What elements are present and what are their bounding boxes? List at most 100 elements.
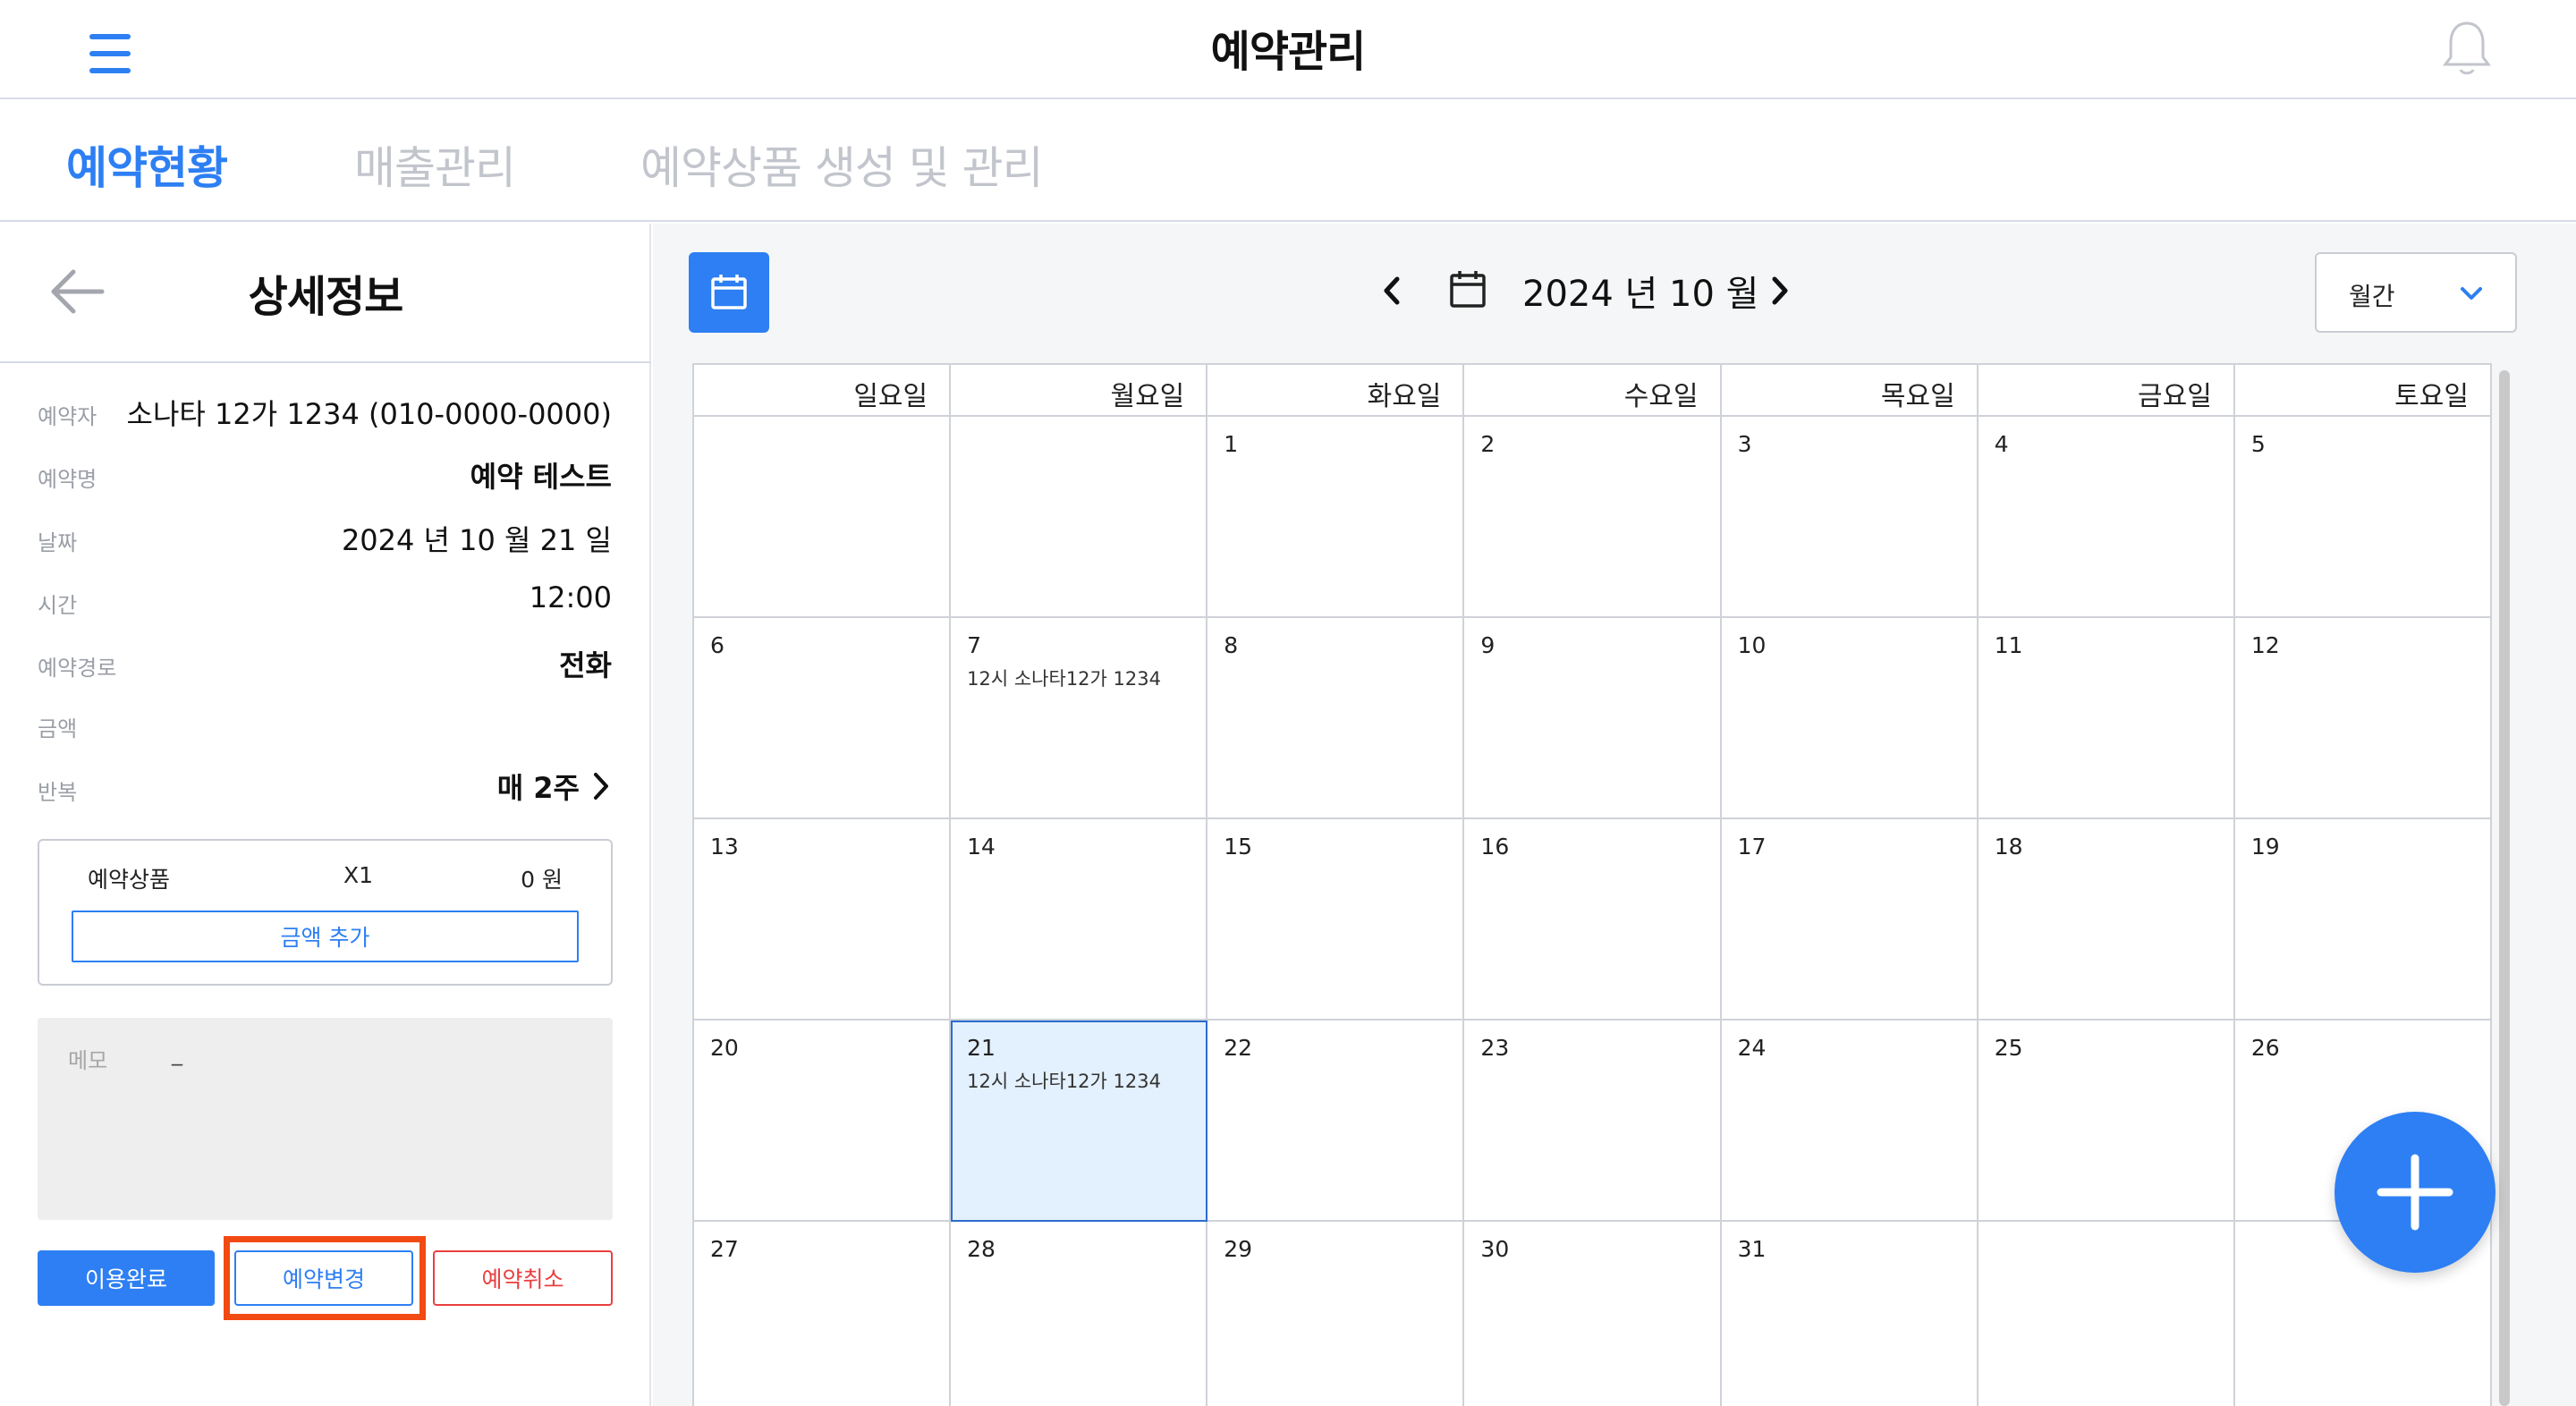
day-cell[interactable]: 6 xyxy=(694,618,952,819)
day-cell[interactable] xyxy=(694,417,952,618)
day-cell[interactable]: 17 xyxy=(1721,819,1979,1021)
info-row-repeat: 반복 매 2주 xyxy=(38,764,612,809)
day-number: 31 xyxy=(1737,1236,1767,1262)
day-cell[interactable]: 25 xyxy=(1978,1021,2235,1222)
day-number: 13 xyxy=(710,834,739,860)
day-number: 18 xyxy=(1994,834,2023,860)
weekday-header: 화요일 xyxy=(1208,365,1465,417)
info-value: 예약 테스트 xyxy=(470,460,612,494)
info-row-amount: 금액 xyxy=(38,700,612,745)
info-row-date: 날짜 2024 년 10 월 21 일 xyxy=(38,514,612,559)
day-cell[interactable]: 3 xyxy=(1721,417,1979,618)
day-number: 12 xyxy=(2250,632,2280,658)
day-number: 19 xyxy=(2250,834,2280,860)
weekday-header: 수요일 xyxy=(1464,365,1722,417)
calendar-scrollbar[interactable] xyxy=(2499,370,2510,1406)
tab-sales[interactable]: 매출관리 xyxy=(354,132,516,197)
next-month-icon[interactable] xyxy=(1762,268,1798,313)
product-name: 예약상품 xyxy=(88,867,171,893)
day-cell[interactable]: 18 xyxy=(1978,819,2235,1021)
day-number: 20 xyxy=(710,1035,739,1061)
day-number: 25 xyxy=(1994,1035,2023,1061)
prev-month-icon[interactable] xyxy=(1374,268,1410,313)
calendar-icon[interactable] xyxy=(1449,268,1487,309)
detail-header: 상세정보 xyxy=(0,224,651,363)
month-grid: 일요일 월요일 화요일 수요일 목요일 금요일 토요일 1 2 3 4 5 6 … xyxy=(692,363,2492,1406)
day-cell[interactable]: 4 xyxy=(1978,417,2235,618)
view-mode-select[interactable]: 월간 xyxy=(2315,252,2517,333)
complete-button[interactable]: 이용완료 xyxy=(38,1250,215,1306)
day-cell[interactable]: 23 xyxy=(1464,1021,1722,1222)
day-cell[interactable]: 11 xyxy=(1978,618,2235,819)
app-header: 예약관리 xyxy=(0,0,2576,99)
calendar-toggle-button[interactable] xyxy=(689,252,769,333)
day-cell[interactable] xyxy=(1978,1222,2235,1406)
week-row: 20 21 12시 소나타12가 1234 22 23 24 25 26 xyxy=(694,1021,2492,1222)
day-cell[interactable]: 7 12시 소나타12가 1234 xyxy=(951,618,1208,819)
repeat-value: 매 2주 xyxy=(496,771,580,805)
day-number: 29 xyxy=(1224,1236,1253,1262)
day-cell[interactable]: 10 xyxy=(1721,618,1979,819)
info-label: 반복 xyxy=(38,780,78,805)
tab-bar: 예약현황 매출관리 예약상품 생성 및 관리 xyxy=(0,100,2576,222)
weekday-header: 금요일 xyxy=(1978,365,2235,417)
tab-reservation-status[interactable]: 예약현황 xyxy=(66,132,228,197)
day-cell[interactable]: 19 xyxy=(2234,819,2492,1021)
day-cell[interactable]: 2 xyxy=(1464,417,1722,618)
day-cell[interactable]: 13 xyxy=(694,819,952,1021)
info-label: 금액 xyxy=(38,716,78,741)
chevron-down-icon xyxy=(2461,287,2482,300)
info-value: 소나타 12가 1234 (010-0000-0000) xyxy=(126,397,612,431)
repeat-selector[interactable]: 매 2주 xyxy=(497,766,612,807)
info-label: 예약명 xyxy=(38,467,97,492)
info-label: 날짜 xyxy=(38,530,78,555)
day-cell[interactable]: 5 xyxy=(2234,417,2492,618)
day-cell[interactable]: 22 xyxy=(1208,1021,1465,1222)
day-number: 15 xyxy=(1224,834,1253,860)
week-row: 1 2 3 4 5 xyxy=(694,417,2492,618)
day-cell[interactable]: 1 xyxy=(1208,417,1465,618)
bell-icon[interactable] xyxy=(2440,18,2494,77)
info-value: 전화 xyxy=(559,648,612,682)
memo-box[interactable]: 메모 _ xyxy=(38,1018,613,1220)
add-reservation-fab[interactable] xyxy=(2334,1112,2496,1273)
day-cell[interactable]: 8 xyxy=(1208,618,1465,819)
day-number: 7 xyxy=(967,632,982,658)
info-row-name: 예약명 예약 테스트 xyxy=(38,451,612,495)
info-value: 2024 년 10 월 21 일 xyxy=(341,523,612,557)
day-cell[interactable]: 30 xyxy=(1464,1222,1722,1406)
day-event[interactable]: 12시 소나타12가 1234 xyxy=(967,1067,1161,1094)
tab-product-management[interactable]: 예약상품 생성 및 관리 xyxy=(640,132,1044,197)
info-label: 예약자 xyxy=(38,404,97,429)
day-cell[interactable]: 15 xyxy=(1208,819,1465,1021)
cancel-reservation-button[interactable]: 예약취소 xyxy=(433,1250,613,1306)
product-price: 0 원 xyxy=(521,867,563,893)
plus-icon xyxy=(2377,1154,2453,1231)
day-cell[interactable]: 16 xyxy=(1464,819,1722,1021)
month-title: 2024 년 10 월 xyxy=(1522,274,1759,315)
day-event[interactable]: 12시 소나타12가 1234 xyxy=(967,665,1161,691)
day-cell[interactable]: 28 xyxy=(951,1222,1208,1406)
day-cell[interactable] xyxy=(951,417,1208,618)
product-box: 예약상품 X1 0 원 금액 추가 xyxy=(38,839,613,986)
day-cell[interactable]: 14 xyxy=(951,819,1208,1021)
day-number: 9 xyxy=(1480,632,1496,658)
day-cell-selected[interactable]: 21 12시 소나타12가 1234 xyxy=(951,1021,1208,1222)
view-mode-value: 월간 xyxy=(2349,282,2395,311)
day-cell[interactable]: 9 xyxy=(1464,618,1722,819)
day-cell[interactable]: 12 xyxy=(2234,618,2492,819)
add-price-button[interactable]: 금액 추가 xyxy=(72,911,579,962)
day-cell[interactable]: 27 xyxy=(694,1222,952,1406)
day-cell[interactable]: 31 xyxy=(1721,1222,1979,1406)
product-qty: X1 xyxy=(343,862,374,888)
change-reservation-button[interactable]: 예약변경 xyxy=(234,1250,413,1306)
day-number: 10 xyxy=(1737,632,1767,658)
day-cell[interactable]: 24 xyxy=(1721,1021,1979,1222)
detail-panel: 상세정보 예약자 소나타 12가 1234 (010-0000-0000) 예약… xyxy=(0,224,651,1406)
day-cell[interactable]: 20 xyxy=(694,1021,952,1222)
day-number: 1 xyxy=(1224,431,1239,457)
memo-value: _ xyxy=(172,1041,182,1066)
day-number: 21 xyxy=(967,1035,996,1061)
weekday-header: 토요일 xyxy=(2234,365,2492,417)
day-cell[interactable]: 29 xyxy=(1208,1222,1465,1406)
